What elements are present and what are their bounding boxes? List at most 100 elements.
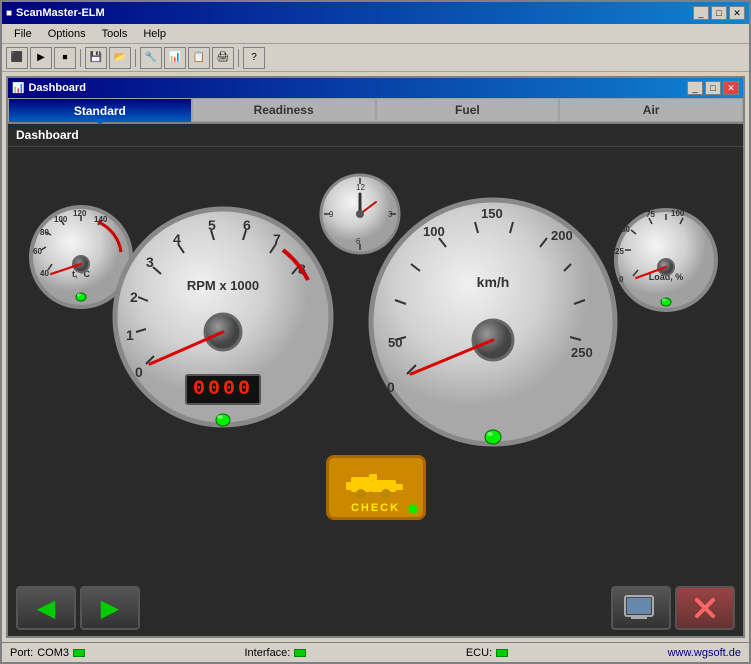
interface-label: Interface: xyxy=(245,647,291,659)
ecu-label: ECU: xyxy=(466,647,492,659)
menu-tools[interactable]: Tools xyxy=(94,26,136,42)
check-engine-icon xyxy=(341,462,411,502)
inner-window: 📊 Dashboard _ □ ✕ Standard Readiness Fue… xyxy=(6,76,745,638)
inner-title-controls: _ □ ✕ xyxy=(687,81,739,95)
svg-text:0: 0 xyxy=(387,379,395,395)
load-gauge-container: 0 25 50 75 100 Load, % xyxy=(611,202,721,325)
toolbar-btn-1[interactable]: ⬛ xyxy=(6,47,28,69)
toolbar-btn-6[interactable]: 🔧 xyxy=(140,47,162,69)
svg-text:75: 75 xyxy=(646,210,655,219)
menu-file[interactable]: File xyxy=(6,26,40,42)
svg-text:6: 6 xyxy=(243,217,251,233)
load-gauge-svg: 0 25 50 75 100 Load, % xyxy=(611,202,721,322)
interface-led xyxy=(294,649,306,657)
exit-button[interactable] xyxy=(675,586,735,630)
svg-text:80: 80 xyxy=(40,228,49,237)
svg-text:150: 150 xyxy=(481,206,503,221)
dashboard-section-label: Dashboard xyxy=(8,124,743,147)
rpm-digital-display: 0000 xyxy=(185,374,261,405)
svg-text:60: 60 xyxy=(33,247,42,256)
toolbar-btn-7[interactable]: 📊 xyxy=(164,47,186,69)
svg-text:RPM x 1000: RPM x 1000 xyxy=(187,278,259,293)
monitor-icon xyxy=(623,594,659,622)
svg-text:100: 100 xyxy=(671,209,685,218)
svg-text:km/h: km/h xyxy=(477,274,510,290)
outer-minimize-btn[interactable]: _ xyxy=(693,6,709,20)
status-bar: Port: COM3 Interface: ECU: www.wgsoft.de xyxy=(2,642,749,662)
outer-maximize-btn[interactable]: □ xyxy=(711,6,727,20)
svg-text:250: 250 xyxy=(571,345,593,360)
tab-air[interactable]: Air xyxy=(559,98,743,122)
port-led xyxy=(73,649,85,657)
svg-text:4: 4 xyxy=(173,231,181,247)
port-status: Port: COM3 xyxy=(10,647,85,659)
inner-title-bar: 📊 Dashboard _ □ ✕ xyxy=(8,78,743,98)
outer-title-bar: ■ ScanMaster-ELM _ □ ✕ xyxy=(2,2,749,24)
toolbar-btn-5[interactable]: 📂 xyxy=(109,47,131,69)
monitor-button[interactable] xyxy=(611,586,671,630)
speed-gauge-container: 0 50 100 150 200 250 km/h xyxy=(363,192,623,455)
svg-text:1: 1 xyxy=(126,327,134,343)
svg-text:50: 50 xyxy=(621,225,630,234)
forward-arrow-icon: ▶ xyxy=(101,594,119,623)
inner-minimize-btn[interactable]: _ xyxy=(687,81,703,95)
svg-text:100: 100 xyxy=(423,224,445,239)
speed-gauge-svg: 0 50 100 150 200 250 km/h xyxy=(363,192,623,452)
tab-fuel[interactable]: Fuel xyxy=(376,98,560,122)
toolbar-sep-2 xyxy=(135,49,136,67)
svg-text:50: 50 xyxy=(388,335,402,350)
ecu-status: ECU: xyxy=(466,647,508,659)
outer-title-text: ScanMaster-ELM xyxy=(16,7,693,19)
port-label: Port: xyxy=(10,647,33,659)
right-nav-buttons xyxy=(611,586,735,630)
tab-readiness[interactable]: Readiness xyxy=(192,98,376,122)
check-engine-light[interactable]: CHECK xyxy=(326,455,426,520)
toolbar-btn-3[interactable]: ⏹ xyxy=(54,47,76,69)
back-arrow-icon: ◀ xyxy=(37,594,55,623)
svg-text:40: 40 xyxy=(40,269,49,278)
toolbar: ⬛ ▶ ⏹ 💾 📂 🔧 📊 📋 🖨 ? xyxy=(2,44,749,72)
check-engine-led xyxy=(409,505,417,513)
outer-title-controls: _ □ ✕ xyxy=(693,6,745,20)
inner-title-text: Dashboard xyxy=(28,82,687,94)
svg-text:100: 100 xyxy=(54,215,68,224)
menu-bar: File Options Tools Help xyxy=(2,24,749,44)
svg-text:0: 0 xyxy=(619,275,624,284)
back-button[interactable]: ◀ xyxy=(16,586,76,630)
svg-text:6: 6 xyxy=(356,237,361,246)
svg-text:12: 12 xyxy=(356,183,365,192)
svg-text:7: 7 xyxy=(273,231,281,247)
svg-text:200: 200 xyxy=(551,228,573,243)
inner-maximize-btn[interactable]: □ xyxy=(705,81,721,95)
toolbar-btn-2[interactable]: ▶ xyxy=(30,47,52,69)
toolbar-btn-9[interactable]: 🖨 xyxy=(212,47,234,69)
outer-window: ■ ScanMaster-ELM _ □ ✕ File Options Tool… xyxy=(0,0,751,664)
exit-icon xyxy=(691,594,719,622)
toolbar-btn-10[interactable]: ? xyxy=(243,47,265,69)
menu-help[interactable]: Help xyxy=(135,26,174,42)
svg-text:2: 2 xyxy=(130,289,138,305)
nav-buttons-bar: ◀ ▶ xyxy=(8,580,743,636)
svg-text:5: 5 xyxy=(208,217,216,233)
svg-text:120: 120 xyxy=(73,209,87,218)
forward-button[interactable]: ▶ xyxy=(80,586,140,630)
port-value: COM3 xyxy=(37,647,69,659)
check-engine-text: CHECK xyxy=(351,502,400,514)
toolbar-btn-8[interactable]: 📋 xyxy=(188,47,210,69)
tabs: Standard Readiness Fuel Air xyxy=(8,98,743,124)
toolbar-sep-1 xyxy=(80,49,81,67)
interface-status: Interface: xyxy=(245,647,307,659)
menu-options[interactable]: Options xyxy=(40,26,94,42)
toolbar-sep-3 xyxy=(238,49,239,67)
tab-standard[interactable]: Standard xyxy=(8,98,192,122)
website-link: www.wgsoft.de xyxy=(668,647,741,659)
svg-text:0: 0 xyxy=(135,364,143,380)
svg-text:3: 3 xyxy=(146,254,154,270)
toolbar-btn-4[interactable]: 💾 xyxy=(85,47,107,69)
inner-close-btn[interactable]: ✕ xyxy=(723,81,739,95)
ecu-led xyxy=(496,649,508,657)
svg-text:25: 25 xyxy=(615,247,624,256)
dashboard-content: 40 60 80 100 120 140 t, °C xyxy=(8,147,743,580)
rpm-gauge-container: 0 1 2 3 4 5 6 7 8 RPM x 1000 xyxy=(108,202,338,435)
outer-close-btn[interactable]: ✕ xyxy=(729,6,745,20)
